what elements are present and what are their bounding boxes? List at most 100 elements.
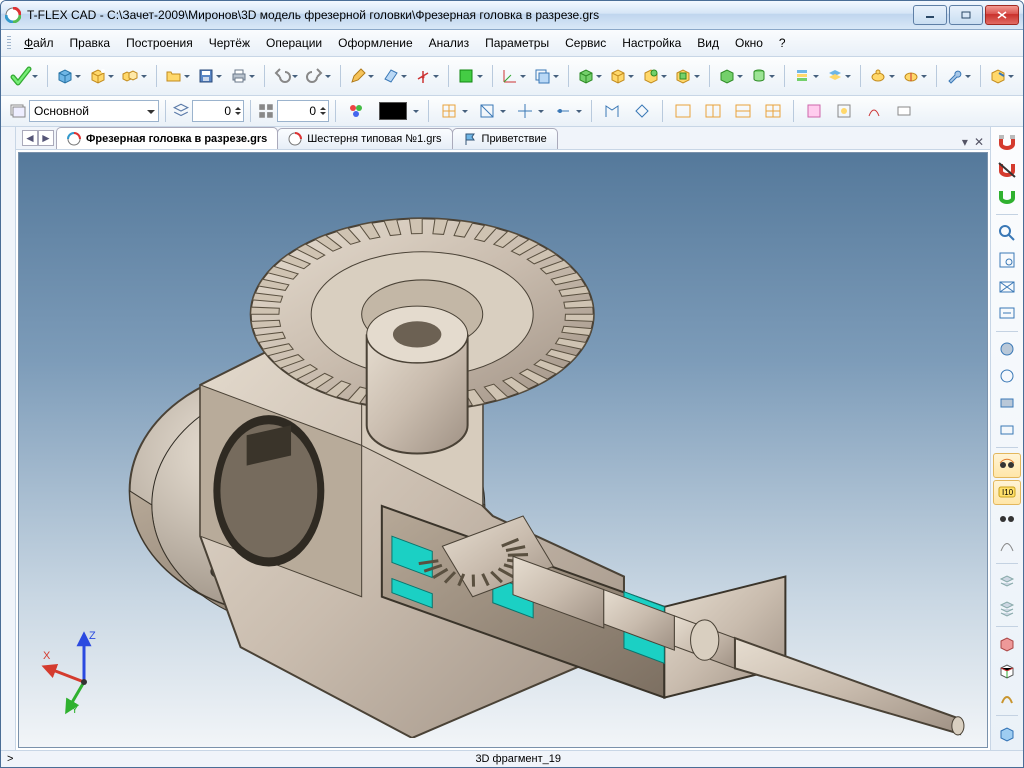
menu-edit[interactable]: Правка [63, 34, 118, 52]
view-3-button[interactable] [511, 97, 547, 125]
layers-1[interactable] [993, 569, 1021, 594]
cs-xz-button[interactable] [531, 62, 562, 90]
stack2-button[interactable] [824, 62, 855, 90]
teapot-cut-button[interactable] [900, 62, 931, 90]
menu-analysis[interactable]: Анализ [422, 34, 477, 52]
menu-service[interactable]: Сервис [558, 34, 613, 52]
misc3-icon [865, 102, 883, 120]
eye-3[interactable] [993, 507, 1021, 532]
view-4-button[interactable] [549, 97, 585, 125]
solid-cube-button[interactable] [715, 62, 746, 90]
maximize-button[interactable] [949, 5, 983, 25]
menu-drawing[interactable]: Чертёж [202, 34, 257, 52]
color-swatch-button[interactable] [372, 97, 422, 125]
win-d-icon [764, 102, 782, 120]
view-1-button[interactable] [435, 97, 471, 125]
misc-4-button[interactable] [890, 97, 918, 125]
menu-view[interactable]: Вид [690, 34, 726, 52]
shade-2[interactable] [993, 364, 1021, 389]
solid-sweep-button[interactable] [748, 62, 779, 90]
new-doc-button[interactable] [54, 62, 85, 90]
menu-ops[interactable]: Операции [259, 34, 329, 52]
bool-union-button[interactable] [574, 62, 605, 90]
bool-cut-button[interactable] [672, 62, 703, 90]
tab-0[interactable]: Фрезерная головка в разрезе.grs [56, 127, 278, 149]
shade-3[interactable] [993, 390, 1021, 415]
cs-xy-button[interactable] [498, 62, 529, 90]
win-b-button[interactable] [699, 97, 727, 125]
cube-red[interactable] [993, 632, 1021, 657]
document-tabs: ◄ ► Фрезерная головка в разрезе.grs Шест… [16, 127, 990, 150]
new-3d-button[interactable] [86, 62, 117, 90]
ucs[interactable] [993, 686, 1021, 711]
menu-build[interactable]: Построения [119, 34, 200, 52]
close-button[interactable] [985, 5, 1019, 25]
bool-intersect-button[interactable] [639, 62, 670, 90]
view-2-button[interactable] [473, 97, 509, 125]
color-picker-button[interactable] [342, 97, 370, 125]
axis-button[interactable] [412, 62, 443, 90]
fit-geom[interactable] [993, 274, 1021, 299]
tab-scroll-left[interactable]: ◄ [22, 130, 38, 146]
menu-window[interactable]: Окно [728, 34, 770, 52]
snap-magnet-on[interactable] [993, 131, 1021, 156]
zoom-window[interactable] [993, 247, 1021, 272]
shade-1[interactable] [993, 337, 1021, 362]
print-button[interactable] [227, 62, 258, 90]
menu-help[interactable]: ? [772, 34, 793, 52]
misc-2-button[interactable] [830, 97, 858, 125]
shade-4[interactable] [993, 417, 1021, 442]
menu-params[interactable]: Параметры [478, 34, 556, 52]
tabs-close-button[interactable]: ✕ [974, 135, 984, 149]
menu-format[interactable]: Оформление [331, 34, 419, 52]
snap-magnet-green[interactable] [993, 185, 1021, 210]
layer-combo[interactable]: Основной [29, 100, 159, 122]
misc-1-button[interactable] [800, 97, 828, 125]
save-button[interactable] [195, 62, 226, 90]
fit-sel[interactable] [993, 301, 1021, 326]
win-d-button[interactable] [759, 97, 787, 125]
open-button[interactable] [162, 62, 193, 90]
win-a-button[interactable] [669, 97, 697, 125]
eye-4[interactable] [993, 533, 1021, 558]
undo-button[interactable] [271, 62, 302, 90]
tool-2-button[interactable] [986, 62, 1017, 90]
3d-viewport[interactable]: Z X Y [18, 152, 988, 748]
sketch-button[interactable] [347, 62, 378, 90]
misc-3-button[interactable] [860, 97, 888, 125]
cube-star-icon [89, 67, 107, 85]
zoom-extents[interactable] [993, 220, 1021, 245]
nav-1-button[interactable] [598, 97, 626, 125]
redo-button[interactable] [303, 62, 334, 90]
bool-subtract-button[interactable] [607, 62, 638, 90]
layers-2[interactable] [993, 596, 1021, 621]
eye-2[interactable]: I10 [993, 480, 1021, 505]
level-spin-2[interactable]: 0 [277, 100, 329, 122]
op-cube-icon [577, 67, 595, 85]
new-2d-button[interactable] [119, 62, 150, 90]
teapot-button[interactable] [867, 62, 898, 90]
menu-file[interactable]: Файл [17, 34, 61, 52]
tab-scroll-right[interactable]: ► [38, 130, 54, 146]
win-c-button[interactable] [729, 97, 757, 125]
tab-label: Приветствие [482, 133, 547, 145]
stack2-icon [826, 67, 844, 85]
snap-magnet-off[interactable] [993, 158, 1021, 183]
tab-1[interactable]: Шестерня типовая №1.grs [277, 128, 452, 149]
plane-icon [382, 67, 400, 85]
eye-1[interactable] [993, 453, 1021, 478]
stack-button[interactable] [791, 62, 822, 90]
level-spin-1[interactable]: 0 [192, 100, 244, 122]
menu-settings[interactable]: Настройка [615, 34, 688, 52]
palette-icon [347, 102, 365, 120]
tool-1-button[interactable] [943, 62, 974, 90]
minimize-button[interactable] [913, 5, 947, 25]
cube-rgb[interactable] [993, 659, 1021, 684]
region-button[interactable] [455, 62, 486, 90]
nav-2-button[interactable] [628, 97, 656, 125]
plane-button[interactable] [379, 62, 410, 90]
tabs-menu-button[interactable]: ▾ [962, 135, 968, 149]
apply-button[interactable] [9, 61, 41, 91]
persp[interactable] [993, 721, 1021, 746]
tab-2[interactable]: Приветствие [452, 128, 558, 149]
